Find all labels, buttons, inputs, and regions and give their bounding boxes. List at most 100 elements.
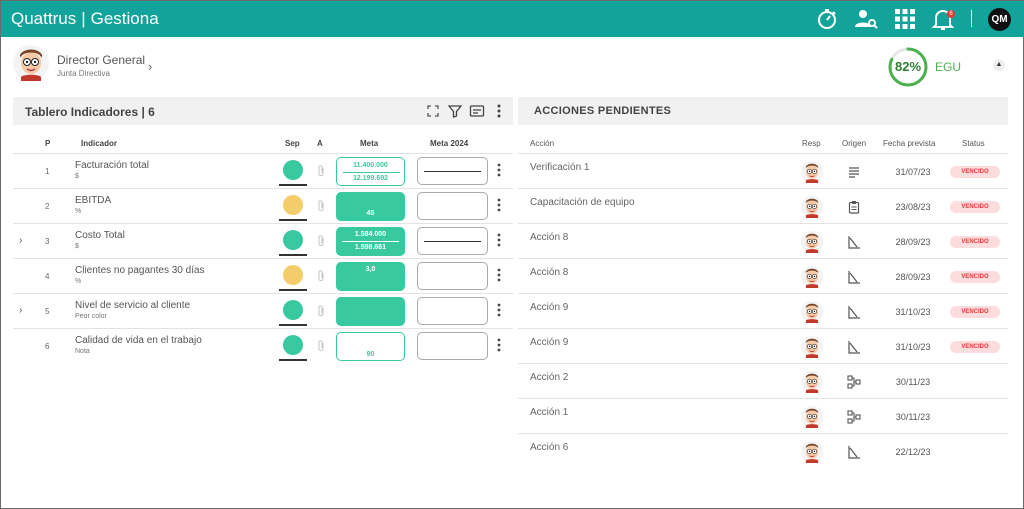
indicator-name[interactable]: EBITDA: [75, 195, 111, 206]
col-header-resp: Resp: [802, 139, 821, 148]
status-light[interactable]: [283, 195, 303, 215]
expand-row-icon[interactable]: ›: [19, 235, 22, 246]
action-row[interactable]: Acción 9 31/10/23 VENCIDO: [518, 293, 1008, 328]
status-light[interactable]: [283, 300, 303, 320]
expand-icon[interactable]: [425, 103, 441, 119]
meta-box[interactable]: 1.584.000 1.598.661: [336, 227, 405, 256]
status-light[interactable]: [283, 160, 303, 180]
row-menu-icon[interactable]: [497, 303, 501, 317]
meta-2024-box[interactable]: [417, 227, 488, 255]
responsible-avatar[interactable]: [801, 161, 823, 183]
indicator-name[interactable]: Nivel de servicio al cliente: [75, 300, 190, 311]
app-logo[interactable]: Quattrus | Gestiona: [11, 9, 159, 29]
attachment-icon[interactable]: [316, 339, 326, 353]
indicators-panel-header: Tablero Indicadores | 6: [13, 97, 513, 125]
attachment-icon[interactable]: [316, 234, 326, 248]
meta-2024-box[interactable]: [417, 157, 488, 185]
chevron-right-icon[interactable]: ›: [148, 59, 152, 74]
col-header-origen: Origen: [842, 139, 867, 148]
action-name[interactable]: Acción 2: [530, 372, 568, 383]
card-view-icon[interactable]: [469, 103, 485, 119]
indicator-row[interactable]: 6 Calidad de vida en el trabajo Nota 90: [13, 328, 513, 363]
indicator-name[interactable]: Clientes no pagantes 30 días: [75, 265, 205, 276]
expand-row-icon[interactable]: ›: [19, 305, 22, 316]
user-search-icon[interactable]: [854, 7, 878, 31]
status-light[interactable]: [283, 230, 303, 250]
brand-separator: |: [81, 9, 86, 28]
chart-icon: [848, 306, 860, 319]
attachment-icon[interactable]: [316, 269, 326, 283]
meta-2024-box[interactable]: [417, 297, 488, 325]
indicator-name[interactable]: Costo Total: [75, 230, 125, 241]
action-name[interactable]: Acción 8: [530, 267, 568, 278]
action-row[interactable]: Acción 1 30/11/23: [518, 398, 1008, 433]
attachment-icon[interactable]: [316, 164, 326, 178]
stopwatch-icon[interactable]: [815, 7, 839, 31]
action-row[interactable]: Acción 8 28/09/23 VENCIDO: [518, 258, 1008, 293]
indicator-priority: 3: [45, 237, 50, 246]
meta-2024-box[interactable]: [417, 332, 488, 360]
responsible-avatar[interactable]: [801, 406, 823, 428]
more-vert-icon[interactable]: [491, 103, 507, 119]
row-menu-icon[interactable]: [497, 163, 501, 177]
action-name[interactable]: Verificación 1: [530, 162, 589, 173]
list-icon: [849, 167, 859, 178]
meta-2024-box[interactable]: [417, 262, 488, 290]
action-row[interactable]: Acción 6 22/12/23: [518, 433, 1008, 468]
responsible-avatar[interactable]: [801, 441, 823, 463]
action-name[interactable]: Acción 9: [530, 302, 568, 313]
collapse-icon[interactable]: ▲: [993, 59, 1005, 71]
user-avatar[interactable]: QM: [988, 8, 1011, 31]
action-row[interactable]: Capacitación de equipo 23/08/23 VENCIDO: [518, 188, 1008, 223]
attachment-icon[interactable]: [316, 199, 326, 213]
indicator-name[interactable]: Calidad de vida en el trabajo: [75, 335, 202, 346]
meta-box[interactable]: 11.400.000 12.199.692: [336, 157, 405, 186]
indicator-row[interactable]: › 5 Nivel de servicio al cliente Peor color: [13, 293, 513, 328]
egu-percent: 82%: [894, 59, 922, 74]
indicator-name[interactable]: Facturación total: [75, 160, 149, 171]
meta-2024-box[interactable]: [417, 192, 488, 220]
action-row[interactable]: Acción 9 31/10/23 VENCIDO: [518, 328, 1008, 363]
meta-box[interactable]: 45: [336, 192, 405, 221]
responsible-avatar[interactable]: [801, 371, 823, 393]
meta-box[interactable]: 3,0: [336, 262, 405, 291]
responsible-avatar[interactable]: [801, 336, 823, 358]
meta-box[interactable]: [336, 297, 405, 326]
action-row[interactable]: Acción 2 30/11/23: [518, 363, 1008, 398]
action-row[interactable]: Acción 8 28/09/23 VENCIDO: [518, 223, 1008, 258]
user-role: Director General: [57, 53, 146, 67]
apps-grid-icon[interactable]: [893, 7, 917, 31]
indicator-row[interactable]: 4 Clientes no pagantes 30 días% 3,0: [13, 258, 513, 293]
action-name[interactable]: Acción 1: [530, 407, 568, 418]
row-menu-icon[interactable]: [497, 233, 501, 247]
indicator-priority: 1: [45, 167, 50, 176]
indicator-row[interactable]: › 3 Costo Total $1.584.000 1.598.661: [13, 223, 513, 258]
responsible-avatar[interactable]: [801, 196, 823, 218]
status-light[interactable]: [283, 335, 303, 355]
action-name[interactable]: Acción 8: [530, 232, 568, 243]
responsible-avatar[interactable]: [801, 301, 823, 323]
attachment-icon[interactable]: [316, 304, 326, 318]
status-light[interactable]: [283, 265, 303, 285]
action-name[interactable]: Acción 9: [530, 337, 568, 348]
responsible-avatar[interactable]: [801, 231, 823, 253]
indicator-row[interactable]: 1 Facturación total $11.400.000 12.199.692: [13, 153, 513, 188]
row-menu-icon[interactable]: [497, 198, 501, 212]
indicator-row[interactable]: 2 EBITDA% 45: [13, 188, 513, 223]
meta-box[interactable]: 90: [336, 332, 405, 361]
action-name[interactable]: Acción 6: [530, 442, 568, 453]
notification-badge: 6: [947, 10, 955, 18]
action-row[interactable]: Verificación 1 31/07/23 VENCIDO: [518, 153, 1008, 188]
responsible-avatar[interactable]: [801, 266, 823, 288]
row-menu-icon[interactable]: [497, 338, 501, 352]
row-menu-icon[interactable]: [497, 268, 501, 282]
action-name[interactable]: Capacitación de equipo: [530, 197, 635, 208]
col-header-meta: Meta: [360, 139, 379, 148]
indicator-priority: 6: [45, 342, 50, 351]
col-header-fecha: Fecha prevista: [883, 139, 936, 148]
actions-title: ACCIONES PENDIENTES: [534, 105, 672, 117]
action-due-date: 28/09/23: [895, 272, 931, 282]
indicator-unit: Nota: [75, 348, 90, 355]
indicators-title: Tablero Indicadores | 6: [25, 105, 155, 119]
filter-icon[interactable]: [447, 103, 463, 119]
